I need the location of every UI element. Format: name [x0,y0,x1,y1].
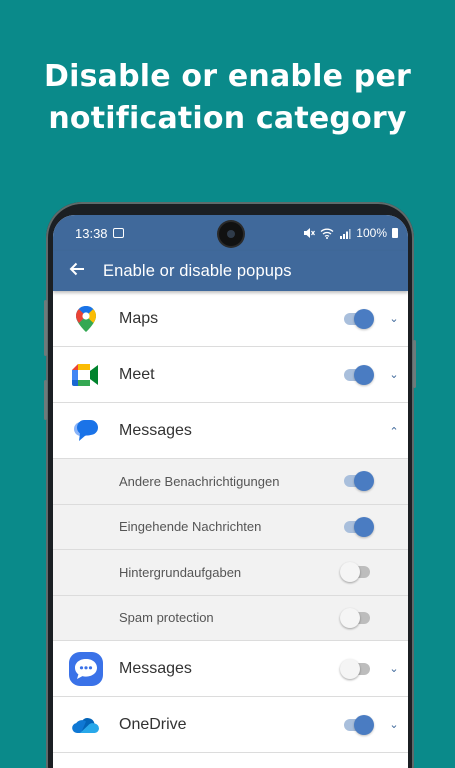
category-row[interactable]: Hintergrundaufgaben ⌄ [53,550,408,596]
status-bar: 13:38 100% [53,215,408,251]
app-toggle-meet[interactable] [344,364,374,385]
app-name: Messages [119,421,192,439]
arrow-left-icon[interactable] [69,260,103,283]
app-toggle-maps[interactable] [344,308,374,329]
volume-button [44,300,47,356]
category-name: Andere Benachrichtigungen [119,473,280,489]
category-toggle[interactable] [340,607,370,628]
front-camera [219,222,243,246]
signal-icon [340,228,351,239]
promo-line-1: Disable or enable per [44,59,411,94]
app-row-meet[interactable]: Meet ⌄ [53,347,408,403]
category-name: Spam protection [119,610,214,626]
mute-icon [304,228,316,238]
status-icons: 100% [303,226,398,240]
app-name: Maps [119,309,159,327]
chevron-down-icon[interactable]: ⌄ [380,718,408,731]
app-row-samsung-messages[interactable]: Messages ⌄ [53,641,408,697]
app-toggle-samsung-messages[interactable] [340,658,370,679]
power-button [413,340,416,388]
category-toggle[interactable] [344,471,374,492]
app-toggle-onedrive[interactable] [344,714,374,735]
phone-screen: 13:38 100% Enable or disable popups Maps… [53,215,408,768]
wifi-icon [320,228,334,239]
category-row[interactable]: Eingehende Nachrichten ⌄ [53,504,408,550]
chevron-up-icon[interactable]: ⌄ [380,424,408,437]
category-toggle[interactable] [344,516,374,537]
onedrive-icon [72,717,100,733]
category-row[interactable]: Andere Benachrichtigungen ⌄ [53,459,408,505]
google-meet-icon [72,363,98,386]
status-time: 13:38 [75,225,108,241]
bixby-button [44,380,47,420]
battery-percent: 100% [356,226,387,240]
app-row-maps[interactable]: Maps ⌄ [53,291,408,347]
app-name: Meet [119,365,155,383]
app-bar-title: Enable or disable popups [103,261,292,280]
app-name: OneDrive [119,715,187,733]
battery-icon [392,228,398,238]
google-maps-icon [76,305,96,332]
google-messages-icon [74,419,98,441]
app-bar: Enable or disable popups [53,251,408,291]
promo-line-2: notification category [48,101,407,136]
category-row[interactable]: Spam protection ⌄ [53,595,408,641]
app-list: Maps ⌄ Meet ⌄ Messages ⌄ Andere Benachri… [53,291,408,753]
promo-headline: Disable or enable per notification categ… [0,56,455,140]
category-toggle[interactable] [340,562,370,583]
app-row-google-messages[interactable]: Messages ⌄ [53,403,408,459]
samsung-messages-icon [69,651,103,686]
category-name: Hintergrundaufgaben [119,564,242,580]
chevron-down-icon[interactable]: ⌄ [380,368,408,381]
app-name: Messages [119,659,192,677]
image-notification-icon [112,228,124,238]
category-name: Eingehende Nachrichten [119,519,262,535]
app-row-onedrive[interactable]: OneDrive ⌄ [53,697,408,753]
chevron-down-icon[interactable]: ⌄ [380,662,408,675]
chevron-down-icon[interactable]: ⌄ [380,312,408,325]
